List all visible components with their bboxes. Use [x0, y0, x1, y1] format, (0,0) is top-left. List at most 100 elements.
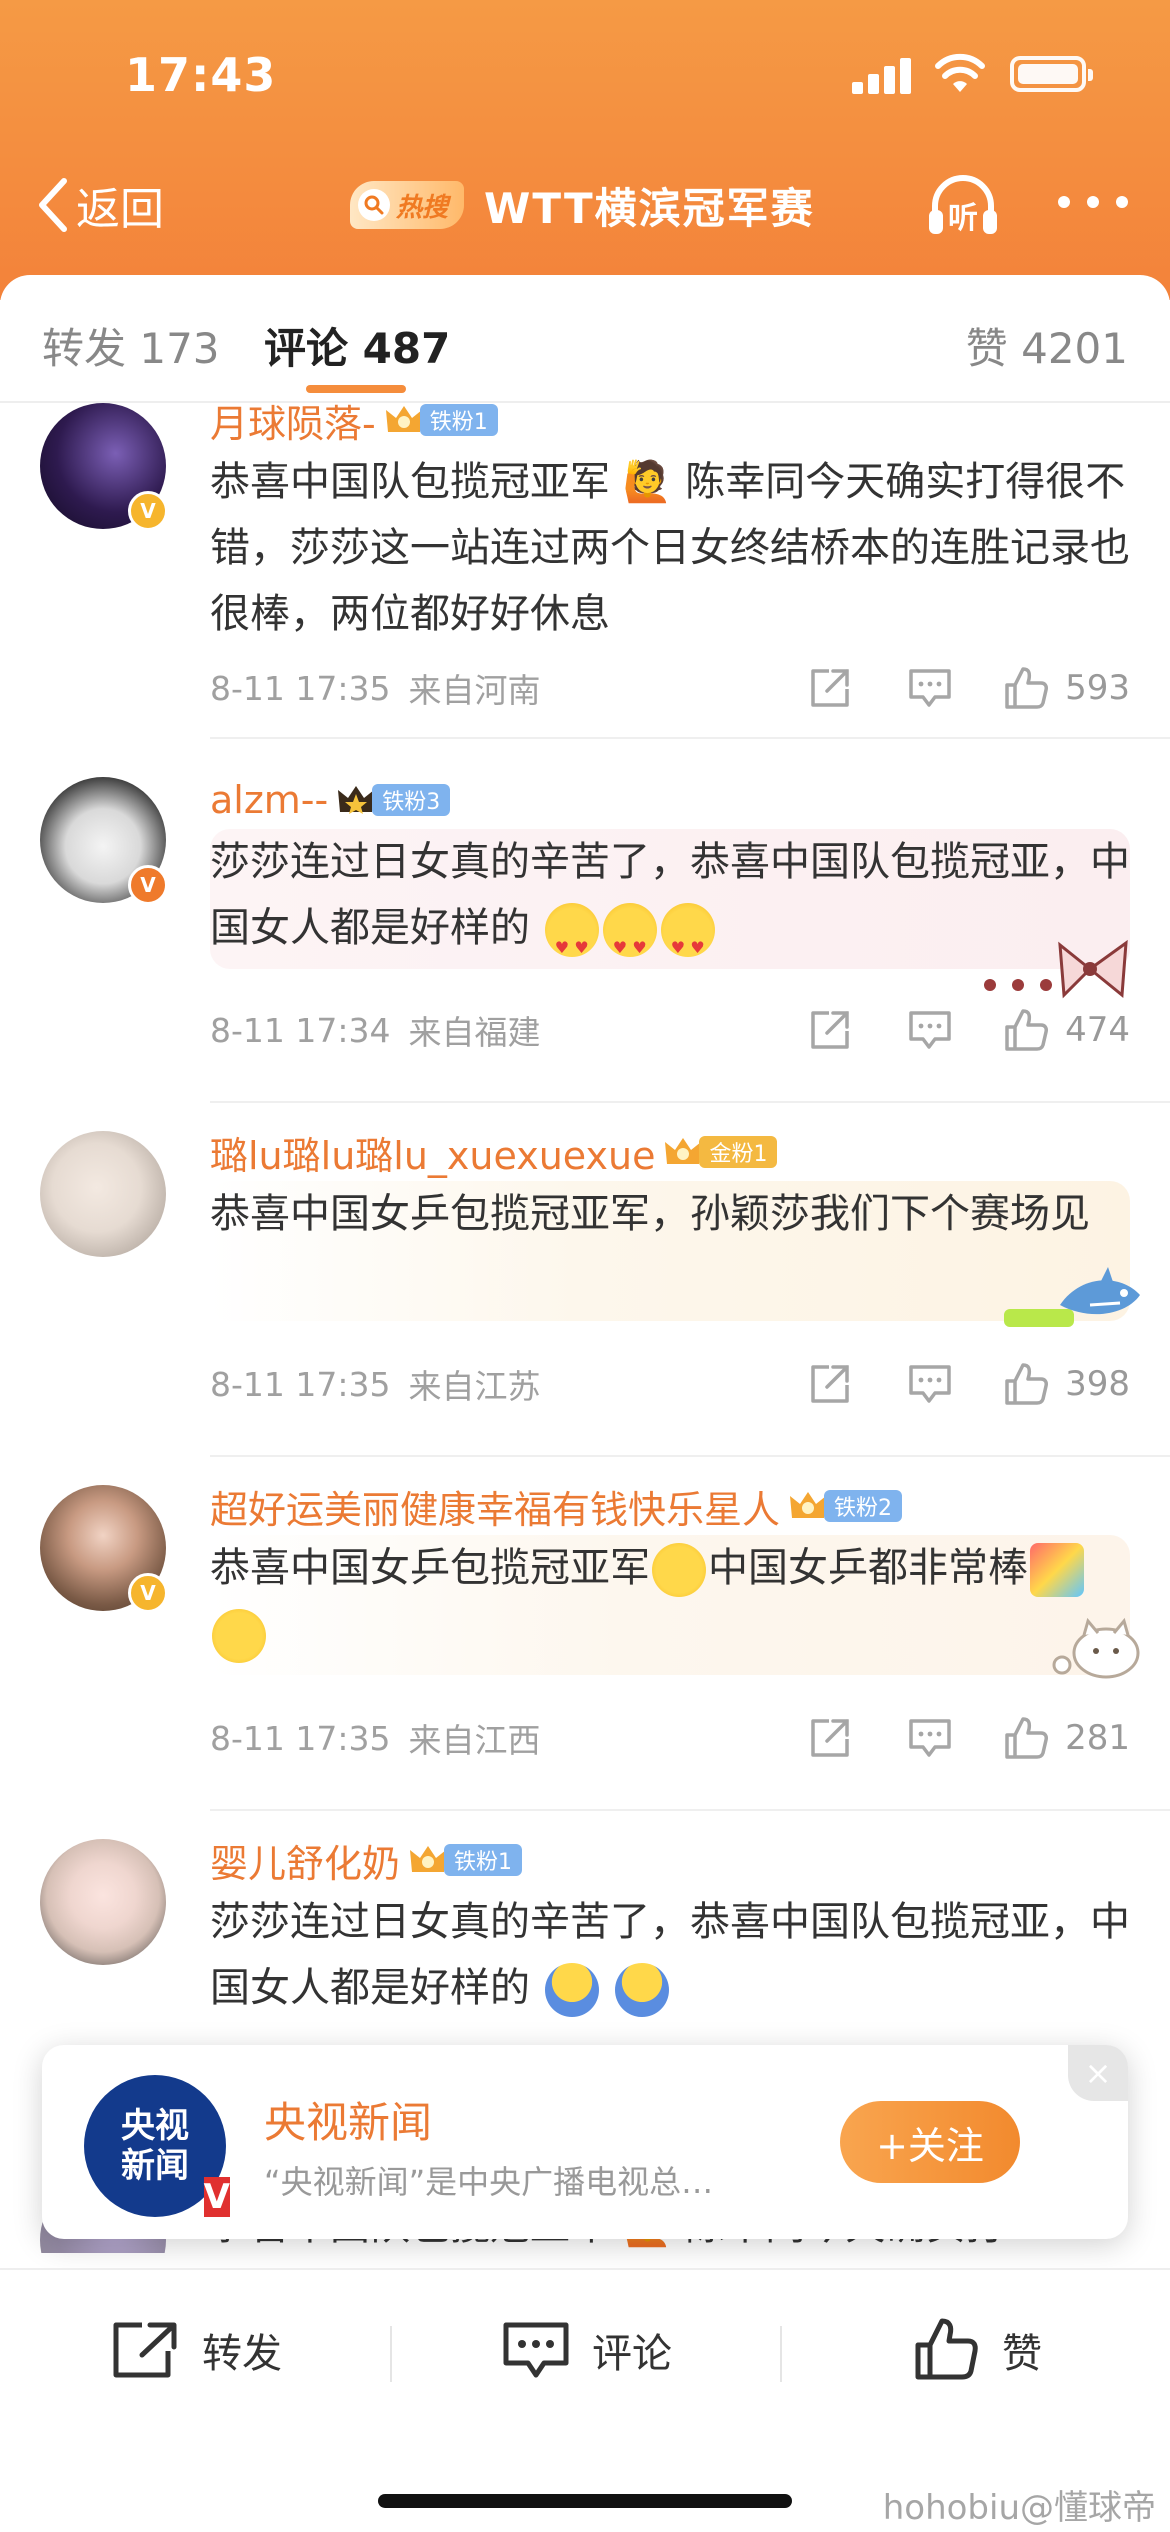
divider [210, 737, 1170, 739]
cctv-news-logo[interactable]: 央视 新闻 V [84, 2075, 230, 2217]
fan-badge: 金粉1 [663, 1134, 778, 1170]
avatar[interactable] [40, 1131, 166, 1257]
repost-button[interactable]: 转发 [110, 2310, 282, 2390]
like-button[interactable]: 398 [1003, 1361, 1130, 1407]
like-button[interactable]: 593 [1003, 665, 1130, 711]
comment-time: 8-11 17:35 [210, 668, 391, 708]
wifi-icon [935, 53, 985, 92]
reply-icon[interactable] [907, 1715, 953, 1761]
tab-likes[interactable]: 赞 4201 [966, 315, 1128, 376]
thumbs-up-icon [1005, 1363, 1049, 1405]
like-bottom-button[interactable]: 赞 [914, 2310, 1042, 2390]
crown-icon [790, 1492, 827, 1518]
star-eyes-emoji-icon [660, 903, 715, 981]
username[interactable]: 婴儿舒化奶 [210, 1833, 400, 1888]
comment-meta: 8-11 17:35 来自江苏 398 [210, 1359, 1130, 1409]
comment-meta: 8-11 17:35 来自河南 593 [210, 663, 1130, 713]
divider [210, 1809, 1170, 1811]
share-icon[interactable] [807, 1361, 853, 1407]
star-eyes-emoji-icon [602, 903, 657, 981]
like-button[interactable]: 474 [1003, 1007, 1130, 1053]
more-button[interactable] [1058, 190, 1128, 214]
divider [780, 2326, 782, 2382]
close-icon[interactable]: × [1068, 2045, 1128, 2101]
comment-text-bubble: 恭喜中国女乒包揽冠亚军 中国女乒都非常棒 [210, 1535, 1130, 1675]
comment-item: V 超好运美丽健康幸福有钱快乐星人 铁粉2 恭喜中国女乒包揽冠亚军 中国女乒都非常… [0, 1463, 1170, 1813]
avatar[interactable]: V [40, 403, 168, 531]
comment-meta: 8-11 17:34 来自福建 474 [210, 1005, 1130, 1055]
username-row: alzm-- 铁粉3 [210, 775, 451, 825]
comment-time: 8-11 17:34 [210, 1010, 391, 1050]
chevron-left-icon [39, 178, 67, 232]
follow-button[interactable]: +关注 [840, 2101, 1020, 2183]
topic-title[interactable]: 热搜 WTT横滨冠军赛 [350, 174, 815, 236]
nav-bar: 返回 热搜 WTT横滨冠军赛 听 [0, 160, 1170, 250]
account-name[interactable]: 央视新闻 [264, 2089, 432, 2150]
crying-laugh-emoji-icon [212, 1609, 266, 1663]
like-count: 281 [1065, 1718, 1130, 1758]
comment-label: 评论 [592, 2331, 672, 2377]
avatar[interactable]: V [40, 777, 168, 905]
comment-button[interactable]: 评论 [502, 2310, 672, 2390]
share-icon[interactable] [807, 1715, 853, 1761]
username-row: 璐lu璐lu璐lu_xuexuexue 金粉1 [210, 1125, 778, 1180]
waving-emoji-icon [615, 1963, 670, 2017]
tab-bar: 转发 173 评论 487 赞 4201 [0, 275, 1170, 403]
username[interactable]: alzm-- [210, 778, 328, 822]
status-bar: 17:43 [0, 0, 1170, 150]
crown-icon [338, 786, 375, 814]
shark-decoration-icon [1004, 1267, 1140, 1327]
share-icon[interactable] [807, 665, 853, 711]
listen-button[interactable]: 听 [925, 166, 1001, 242]
comment-location: 来自江苏 [408, 1367, 541, 1406]
tab-reposts[interactable]: 转发 173 [42, 315, 220, 376]
username-row: 超好运美丽健康幸福有钱快乐星人 铁粉2 [210, 1479, 903, 1534]
like-button[interactable]: 281 [1003, 1715, 1130, 1761]
reply-icon[interactable] [907, 665, 953, 711]
like-count: 474 [1065, 1010, 1130, 1050]
comment-item: 璐lu璐lu璐lu_xuexuexue 金粉1 恭喜中国女乒包揽冠亚军，孙颖莎我… [0, 1109, 1170, 1459]
comment-text: 恭喜中国队包揽冠亚军 🙋 陈幸同今天确实打得很不错，莎莎这一站连过两个日女终结桥… [210, 459, 1130, 637]
verified-badge-icon: V [128, 865, 168, 905]
comment-list[interactable]: V 月球陨落- 铁粉1 恭喜中国队包揽冠亚军 🙋 陈幸同今天确实打得很不错，莎莎… [0, 403, 1170, 2253]
back-button[interactable]: 返回 [34, 170, 164, 240]
comment-location: 来自福建 [408, 1013, 541, 1052]
fan-badge: 铁粉1 [384, 403, 498, 438]
tab-comments[interactable]: 评论 487 [264, 315, 450, 376]
home-indicator[interactable] [378, 2494, 792, 2508]
crown-icon [665, 1138, 702, 1164]
waving-emoji-icon [544, 1963, 599, 2017]
comment-location: 来自江西 [408, 1721, 541, 1760]
comment-meta: 8-11 17:35 来自江西 281 [210, 1713, 1130, 1763]
comment-item: V 月球陨落- 铁粉1 恭喜中国队包揽冠亚军 🙋 陈幸同今天确实打得很不错，莎莎… [0, 403, 1170, 753]
account-recommendation-card[interactable]: 央视 新闻 V 央视新闻 “央视新闻”是中央广播电视总… +关注 × [42, 2045, 1128, 2239]
active-tab-indicator [306, 385, 406, 393]
crying-laugh-emoji-icon [652, 1543, 706, 1597]
party-popper-emoji-icon [1030, 1543, 1084, 1597]
comment-item: V alzm-- 铁粉3 莎莎连过日女真的辛苦了，恭喜中国队包揽冠亚，中国女人都… [0, 755, 1170, 1105]
thumbs-up-icon [1005, 667, 1049, 709]
reply-icon[interactable] [907, 1361, 953, 1407]
username-row: 月球陨落- 铁粉1 [210, 403, 498, 448]
comment-actions: 474 [753, 1005, 1130, 1055]
avatar[interactable]: V [40, 1485, 168, 1613]
page-title: WTT横滨冠军赛 [484, 183, 815, 233]
username[interactable]: 璐lu璐lu璐lu_xuexuexue [210, 1125, 655, 1180]
verified-badge-icon: V [203, 2177, 230, 2217]
share-icon[interactable] [807, 1007, 853, 1053]
comment-actions: 593 [753, 663, 1130, 713]
hot-search-badge: 热搜 [350, 181, 465, 229]
crown-icon [410, 1846, 447, 1872]
thumbs-up-icon [1005, 1717, 1049, 1759]
listen-label: 听 [948, 201, 978, 236]
username[interactable]: 月球陨落- [210, 403, 376, 448]
cat-decoration-icon [1052, 1617, 1140, 1679]
thumbs-up-icon [915, 2318, 978, 2380]
repost-label: 转发 [202, 2331, 282, 2377]
username[interactable]: 超好运美丽健康幸福有钱快乐星人 [210, 1479, 780, 1534]
reply-icon[interactable] [907, 1007, 953, 1053]
verified-badge-icon: V [128, 491, 168, 531]
comment-text: 恭喜中国女乒包揽冠亚军，孙颖莎我们下个赛场见 [210, 1191, 1090, 1237]
avatar[interactable] [40, 1839, 166, 1965]
comment-time: 8-11 17:35 [210, 1364, 391, 1404]
